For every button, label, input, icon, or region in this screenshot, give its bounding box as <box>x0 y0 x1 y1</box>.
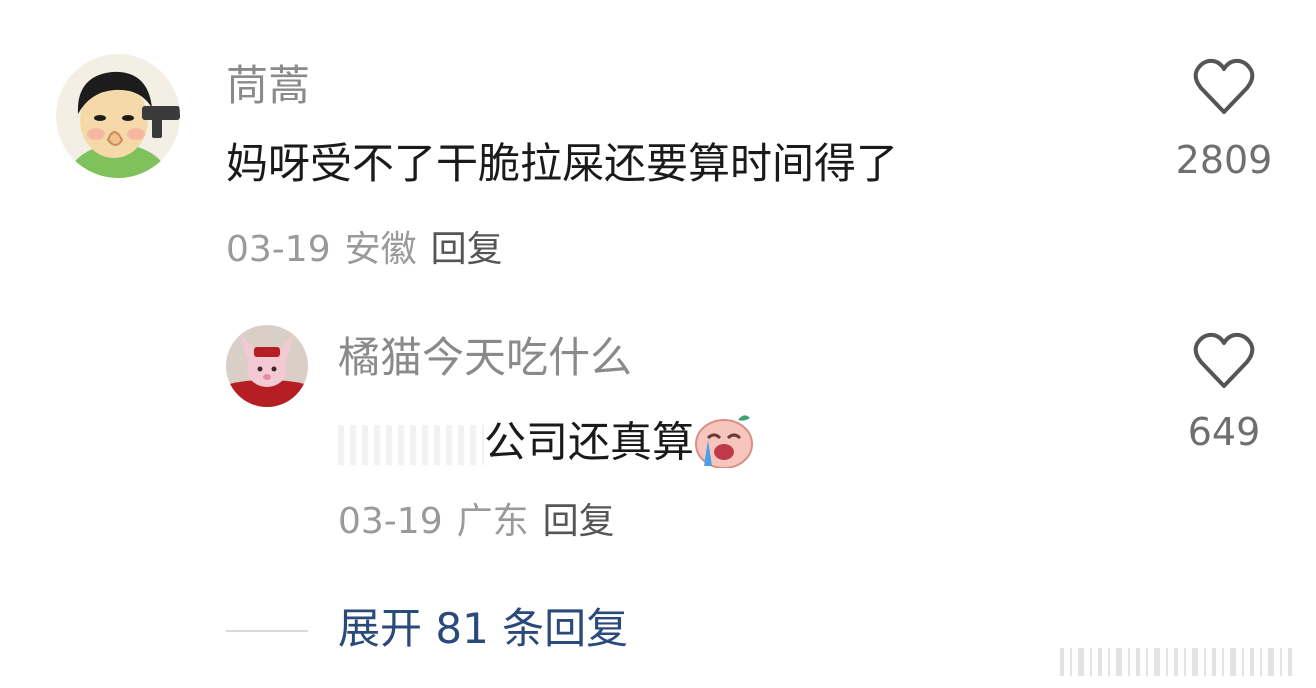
heart-icon <box>1193 332 1255 388</box>
like-button[interactable] <box>1193 58 1255 116</box>
avatar-image <box>56 54 180 178</box>
reply-button[interactable]: 回复 <box>431 229 503 270</box>
reply-button[interactable]: 回复 <box>543 501 615 542</box>
reply-avatar[interactable] <box>226 325 308 407</box>
reply-region: 广东 <box>456 501 529 542</box>
avatar[interactable] <box>56 54 180 178</box>
reply-username[interactable]: 橘猫今天吃什么 <box>338 334 632 382</box>
crying-emoji-icon <box>694 412 756 478</box>
heart-icon <box>1193 58 1255 114</box>
comment-text: 妈呀受不了干脆拉屎还要算时间得了 <box>226 139 899 188</box>
comment-username[interactable]: 茼蒿 <box>226 62 310 110</box>
expand-replies-link[interactable]: 展开 81 条回复 <box>338 604 628 654</box>
comment-meta: 03-19 安徽 回复 <box>226 228 503 272</box>
redacted-text <box>338 425 484 465</box>
comment-date: 03-19 <box>226 229 331 270</box>
reply-meta: 03-19 广东 回复 <box>338 500 615 544</box>
reply-text-row: 公司还真算 <box>338 412 756 478</box>
reply-date: 03-19 <box>338 501 443 542</box>
reply-text: 公司还真算 <box>484 417 695 467</box>
expand-divider <box>226 630 308 632</box>
reply-like-count: 649 <box>1187 410 1261 454</box>
reply-like-button[interactable] <box>1193 332 1255 390</box>
comment-region: 安徽 <box>344 229 417 270</box>
avatar-image <box>226 325 308 407</box>
watermark-icon <box>1060 648 1292 676</box>
like-count: 2809 <box>1175 138 1273 182</box>
